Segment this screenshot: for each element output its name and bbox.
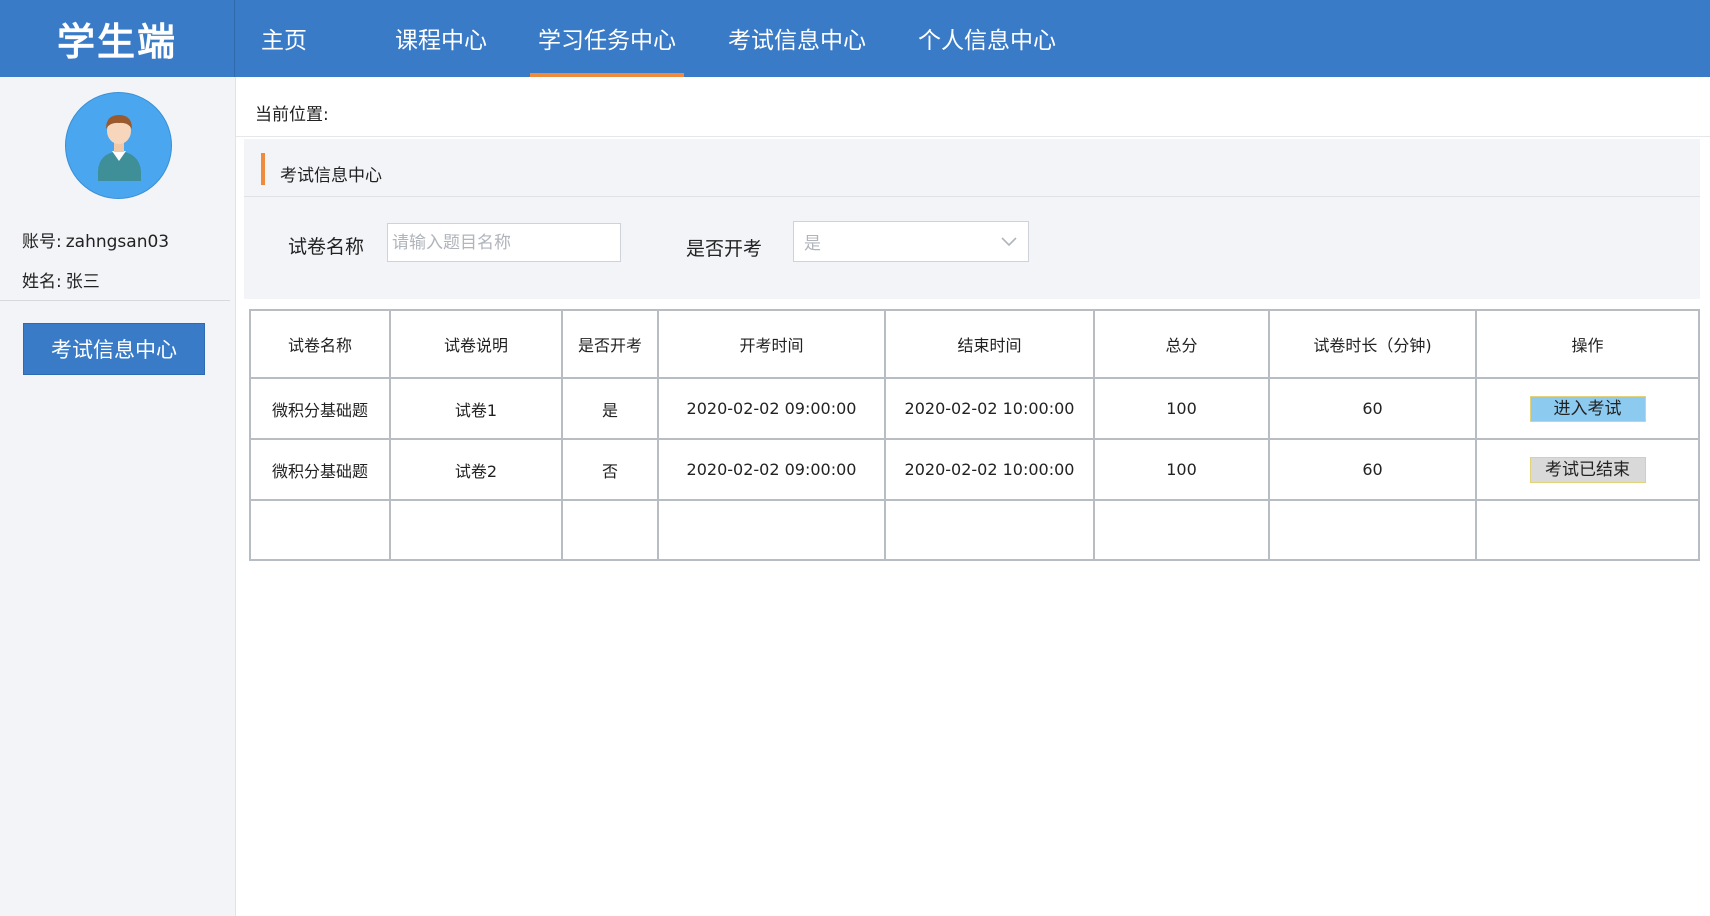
col-header-is-open: 是否开考	[561, 309, 659, 379]
exam-open-select[interactable]: 是	[793, 221, 1029, 262]
cell-duration: 60	[1268, 377, 1477, 440]
chevron-down-icon	[1001, 237, 1017, 247]
name-value: 张三	[65, 272, 100, 292]
breadcrumb: 当前位置:	[255, 105, 329, 125]
panel-title: 考试信息中心	[280, 166, 382, 186]
exam-table: 试卷名称 试卷说明 是否开考 开考时间 结束时间 总分 试卷时长（分钟) 操作 …	[249, 309, 1700, 561]
cell-description: 试卷1	[389, 377, 563, 440]
empty-cell	[1093, 499, 1270, 561]
app-brand: 学生端	[0, 0, 235, 77]
col-header-end-time: 结束时间	[884, 309, 1095, 379]
cell-end-time: 2020-02-02 10:00:00	[884, 438, 1095, 501]
empty-cell	[657, 499, 886, 561]
enter-exam-button[interactable]: 进入考试	[1529, 395, 1646, 422]
top-nav-bar: 学生端 主页 课程中心 学习任务中心 考试信息中心 个人信息中心	[0, 0, 1710, 77]
cell-paper-name: 微积分基础题	[249, 377, 391, 440]
nav-item-exam-info[interactable]: 考试信息中心	[720, 0, 874, 77]
cell-paper-name: 微积分基础题	[249, 438, 391, 501]
cell-description: 试卷2	[389, 438, 563, 501]
empty-cell	[561, 499, 659, 561]
col-header-total-score: 总分	[1093, 309, 1270, 379]
cell-start-time: 2020-02-02 09:00:00	[657, 377, 886, 440]
sidebar-exam-info-button[interactable]: 考试信息中心	[23, 323, 205, 375]
table-row: 微积分基础题 试卷2 否 2020-02-02 09:00:00 2020-02…	[249, 438, 1700, 501]
empty-cell	[1268, 499, 1477, 561]
panel-header: 考试信息中心	[244, 139, 1700, 197]
filter-panel: 考试信息中心 试卷名称 是否开考 是	[244, 139, 1700, 299]
table-row-empty	[249, 499, 1700, 561]
account-info: 账号: zahngsan03	[22, 227, 169, 252]
cell-is-open: 否	[561, 438, 659, 501]
name-info: 姓名: 张三	[22, 267, 100, 292]
name-label: 姓名:	[22, 272, 62, 292]
breadcrumb-divider	[236, 136, 1710, 137]
col-header-duration: 试卷时长（分钟)	[1268, 309, 1477, 379]
panel-accent-bar	[261, 153, 265, 185]
person-icon	[98, 115, 141, 181]
cell-total-score: 100	[1093, 377, 1270, 440]
cell-total-score: 100	[1093, 438, 1270, 501]
col-header-description: 试卷说明	[389, 309, 563, 379]
empty-cell	[389, 499, 563, 561]
cell-action: 考试已结束	[1475, 438, 1700, 501]
paper-name-label: 试卷名称	[288, 236, 365, 258]
cell-end-time: 2020-02-02 10:00:00	[884, 377, 1095, 440]
nav-item-personal-info[interactable]: 个人信息中心	[910, 0, 1064, 77]
exam-open-selected: 是	[804, 234, 821, 254]
empty-cell	[884, 499, 1095, 561]
nav-item-course-center[interactable]: 课程中心	[387, 0, 495, 77]
nav-item-learning-tasks[interactable]: 学习任务中心	[530, 0, 684, 77]
col-header-paper-name: 试卷名称	[249, 309, 391, 379]
account-label: 账号:	[22, 232, 62, 252]
sidebar: 账号: zahngsan03 姓名: 张三 考试信息中心	[0, 77, 236, 916]
sidebar-divider	[0, 300, 230, 301]
cell-duration: 60	[1268, 438, 1477, 501]
exam-ended-button[interactable]: 考试已结束	[1529, 456, 1646, 483]
nav-item-home[interactable]: 主页	[253, 0, 315, 77]
empty-cell	[1475, 499, 1700, 561]
empty-cell	[249, 499, 391, 561]
user-avatar-icon	[65, 92, 172, 199]
exam-open-label: 是否开考	[686, 238, 763, 260]
paper-name-input[interactable]	[387, 223, 621, 262]
cell-start-time: 2020-02-02 09:00:00	[657, 438, 886, 501]
cell-is-open: 是	[561, 377, 659, 440]
cell-action: 进入考试	[1475, 377, 1700, 440]
account-value: zahngsan03	[65, 232, 170, 252]
col-header-action: 操作	[1475, 309, 1700, 379]
table-row: 微积分基础题 试卷1 是 2020-02-02 09:00:00 2020-02…	[249, 377, 1700, 440]
table-header-row: 试卷名称 试卷说明 是否开考 开考时间 结束时间 总分 试卷时长（分钟) 操作	[249, 309, 1700, 379]
col-header-start-time: 开考时间	[657, 309, 886, 379]
